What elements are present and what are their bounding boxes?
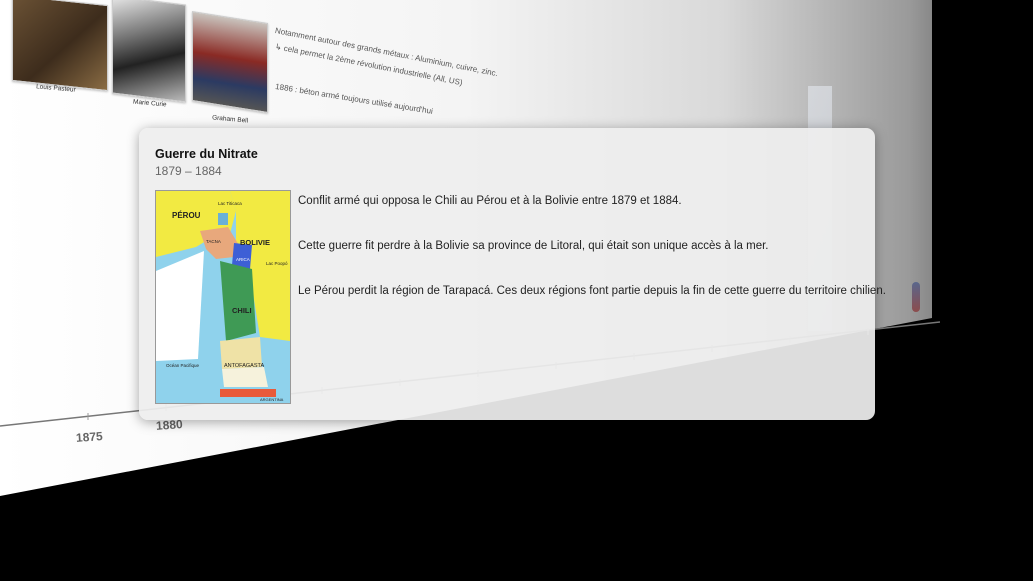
photo-graham-bell[interactable] (192, 10, 268, 114)
map-label-ocean: Océan Pacifique (166, 363, 200, 368)
map-label-argentina: ARGENTINA (260, 397, 284, 402)
map-label-bolivia: BOLIVIE (240, 238, 270, 247)
timeline-item-thumbnail[interactable] (912, 282, 920, 312)
map-label-peru: PÉROU (172, 211, 201, 220)
map-label-arica: ARICA (236, 257, 250, 262)
popup-title: Guerre du Nitrate (155, 147, 258, 161)
popup-dates: 1879 – 1884 (155, 164, 222, 178)
event-popup: Guerre du Nitrate 1879 – 1884 PÉROU BOLI… (139, 128, 886, 420)
tick-label: 1875 (75, 429, 104, 445)
photo-marie-curie[interactable] (112, 0, 186, 103)
map-label-titicaca: Lac Titicaca (218, 201, 242, 206)
map-label-tacna: TACNA (206, 239, 221, 244)
map-label-poopo: Lac Poopó (266, 261, 288, 266)
map-label-chile: CHILI (232, 306, 252, 315)
map-label-antofagasta: ANTOFAGASTA (224, 363, 264, 369)
photo-louis-pasteur[interactable] (12, 0, 108, 92)
popup-paragraph: Conflit armé qui opposa le Chili au Péro… (298, 195, 682, 207)
popup-paragraph: Cette guerre fit perdre à la Bolivie sa … (298, 240, 769, 252)
nitrate-war-map: PÉROU BOLIVIE CHILI ANTOFAGASTA ARGENTIN… (155, 190, 291, 404)
popup-paragraph: Le Pérou perdit la région de Tarapacá. C… (298, 285, 886, 297)
